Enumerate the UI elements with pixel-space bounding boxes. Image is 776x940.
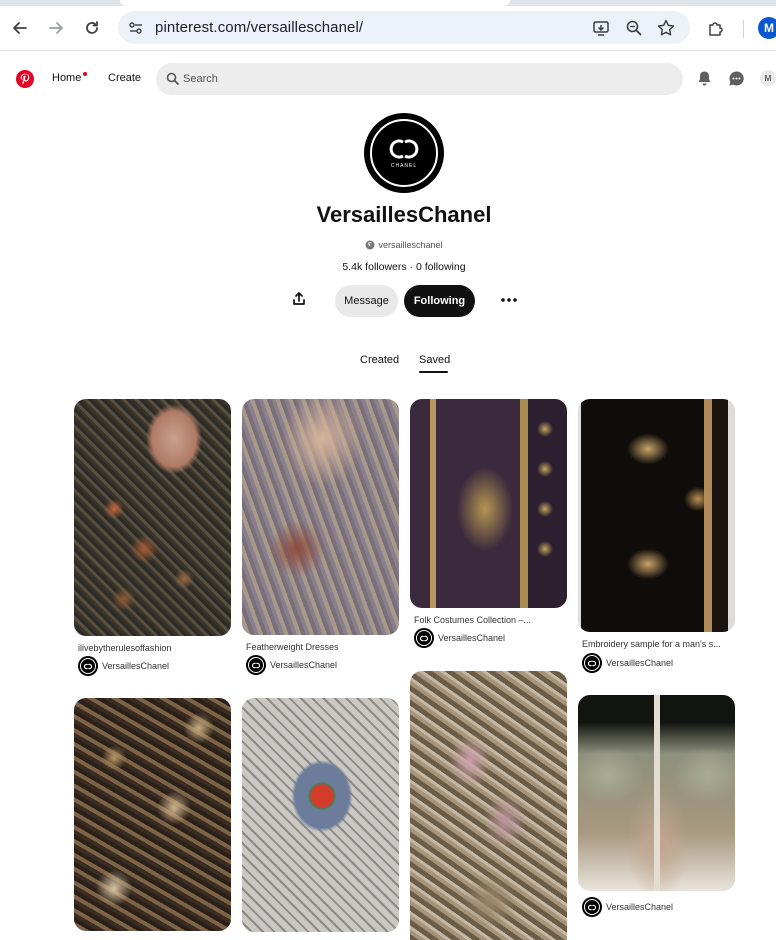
nav-create[interactable]: Create [108, 72, 141, 84]
owner-avatar [582, 653, 602, 673]
pin-owner[interactable]: VersaillesChanel [78, 656, 169, 676]
extensions-icon[interactable] [706, 18, 726, 38]
pin-title[interactable]: Embroidery sample for a man's s... [582, 639, 732, 649]
chanel-logo-icon [83, 663, 93, 669]
owner-name: VersaillesChanel [270, 660, 338, 670]
owner-name: VersaillesChanel [438, 633, 506, 643]
pin-card[interactable] [74, 698, 231, 940]
avatar-logo-ring: CHANEL [370, 119, 438, 187]
profile-avatar: CHANEL [364, 113, 444, 193]
pin-title[interactable]: ilivebytherulesoffashion [78, 643, 228, 653]
pin-owner[interactable]: VersaillesChanel [582, 653, 673, 673]
owner-avatar [414, 628, 434, 648]
pin-image[interactable] [74, 399, 231, 636]
pinterest-small-icon [365, 240, 375, 250]
url-text[interactable]: pinterest.com/versailleschanel/ [155, 19, 363, 36]
zoom-icon[interactable] [624, 18, 644, 38]
reload-icon[interactable] [81, 17, 103, 39]
pin-card[interactable]: Folk Costumes Collection –... Versailles… [410, 399, 567, 651]
toolbar-separator [743, 20, 744, 38]
pin-card[interactable]: Featherweight Dresses VersaillesChanel [242, 399, 399, 681]
address-bar[interactable]: pinterest.com/versailleschanel/ [118, 11, 690, 44]
pinterest-header: Home Create M [0, 51, 776, 107]
pin-image[interactable] [242, 698, 399, 932]
pin-card[interactable]: VersaillesChanel [578, 695, 735, 940]
pin-card[interactable]: ilivebytherulesoffashion VersaillesChane… [74, 399, 231, 681]
bookmark-star-icon[interactable] [656, 18, 676, 38]
active-tab-underline [419, 371, 448, 373]
profile-stats[interactable]: 5.4k followers · 0 following [0, 261, 776, 273]
install-app-icon[interactable] [591, 18, 611, 38]
pin-title[interactable]: Folk Costumes Collection –... [414, 615, 564, 625]
pin-image[interactable] [410, 671, 567, 940]
chanel-logo-icon [251, 662, 261, 668]
back-icon[interactable] [9, 17, 31, 39]
pin-image[interactable] [578, 399, 735, 632]
following-button[interactable]: Following [404, 285, 475, 317]
site-settings-icon[interactable] [127, 19, 145, 37]
pinterest-logo-icon[interactable] [16, 70, 34, 88]
pin-card[interactable] [410, 671, 567, 940]
chanel-logo-icon [587, 904, 597, 910]
browser-profile-avatar[interactable]: M [758, 17, 776, 39]
chanel-logo-icon [587, 660, 597, 666]
search-icon [166, 72, 179, 85]
share-icon[interactable] [288, 288, 310, 310]
search-input[interactable] [183, 63, 663, 95]
pin-card[interactable]: Embroidery sample for a man's s... Versa… [578, 399, 735, 676]
chanel-logo-icon [419, 635, 429, 641]
owner-avatar [78, 656, 98, 676]
search-bar[interactable] [156, 63, 683, 95]
profile-handle-row: versailleschanel [0, 240, 776, 250]
chanel-logo-icon [389, 139, 419, 159]
pin-owner[interactable]: VersaillesChanel [582, 897, 673, 917]
pin-owner[interactable]: VersaillesChanel [246, 655, 337, 675]
owner-name: VersaillesChanel [606, 902, 674, 912]
browser-toolbar: pinterest.com/versailleschanel/ M [0, 6, 776, 51]
profile-name: VersaillesChanel [316, 202, 492, 227]
pin-image[interactable] [578, 695, 735, 891]
tab-saved[interactable]: Saved [419, 354, 450, 366]
home-notification-dot [83, 72, 87, 76]
more-options-icon[interactable] [497, 289, 521, 311]
pin-title[interactable]: Featherweight Dresses [246, 642, 396, 652]
message-button[interactable]: Message [335, 285, 398, 317]
forward-icon[interactable] [45, 17, 67, 39]
pin-card[interactable] [242, 698, 399, 940]
pin-image[interactable] [410, 399, 567, 608]
pin-image[interactable] [242, 399, 399, 635]
owner-name: VersaillesChanel [606, 658, 674, 668]
owner-name: VersaillesChanel [102, 661, 170, 671]
user-avatar[interactable]: M [760, 70, 776, 86]
profile-handle: versailleschanel [378, 240, 443, 250]
notifications-bell-icon[interactable] [696, 70, 713, 87]
nav-home[interactable]: Home [52, 72, 81, 84]
pin-image[interactable] [74, 698, 231, 931]
pin-owner[interactable]: VersaillesChanel [414, 628, 505, 648]
messages-icon[interactable] [728, 70, 745, 87]
tab-created[interactable]: Created [360, 354, 399, 366]
owner-avatar [582, 897, 602, 917]
avatar-brand-text: CHANEL [390, 163, 418, 169]
owner-avatar [246, 655, 266, 675]
